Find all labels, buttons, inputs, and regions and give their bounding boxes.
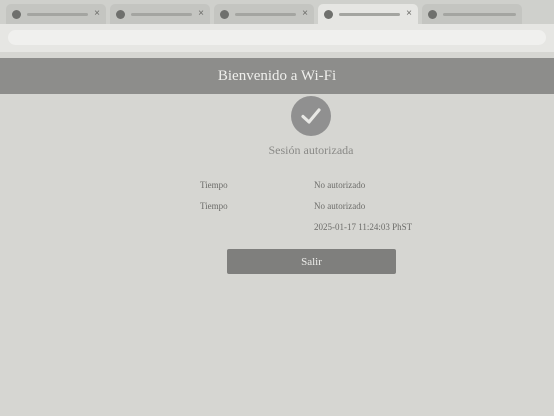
tab-title-placeholder — [27, 12, 89, 16]
tab-favicon-icon — [12, 9, 21, 19]
address-bar — [0, 24, 554, 52]
tab-favicon-icon — [116, 9, 125, 19]
tab-title-placeholder — [443, 12, 516, 16]
browser-tab[interactable]: × — [110, 4, 210, 24]
detail-row: Tiempo No autorizado — [200, 201, 440, 215]
tab-close-icon[interactable]: × — [198, 9, 204, 19]
browser-tab-strip: × × × × — [0, 0, 554, 24]
tab-favicon-icon — [220, 9, 229, 19]
tab-title-placeholder — [339, 12, 401, 16]
detail-value: 2025-01-17 11:24:03 PhST — [314, 222, 413, 232]
tab-close-icon[interactable]: × — [94, 9, 100, 19]
browser-tab[interactable]: × — [214, 4, 314, 24]
tab-favicon-icon — [428, 9, 437, 19]
tab-close-icon[interactable]: × — [302, 9, 308, 19]
status-text: Sesión autorizada — [268, 143, 354, 157]
browser-tab[interactable] — [422, 4, 522, 24]
tab-title-placeholder — [235, 12, 297, 16]
header-title: Bienvenido a Wi-Fi — [217, 67, 337, 84]
portal-header: Bienvenido a Wi-Fi — [0, 58, 554, 94]
tab-title-placeholder — [131, 12, 193, 16]
tab-close-icon[interactable]: × — [406, 9, 412, 19]
tab-favicon-icon — [324, 9, 333, 19]
url-field[interactable] — [8, 30, 546, 45]
detail-label: Tiempo — [200, 201, 228, 211]
detail-label: Tiempo — [200, 180, 228, 190]
detail-row: Tiempo No autorizado — [200, 180, 440, 194]
detail-value: No autorizado — [314, 201, 366, 211]
browser-tab[interactable]: × — [6, 4, 106, 24]
detail-value: No autorizado — [314, 180, 366, 190]
browser-tab-active[interactable]: × — [318, 4, 418, 24]
detail-row: 2025-01-17 11:24:03 PhST — [200, 222, 440, 236]
checkmark-icon — [291, 96, 331, 136]
logout-button[interactable]: Salir — [227, 249, 396, 274]
